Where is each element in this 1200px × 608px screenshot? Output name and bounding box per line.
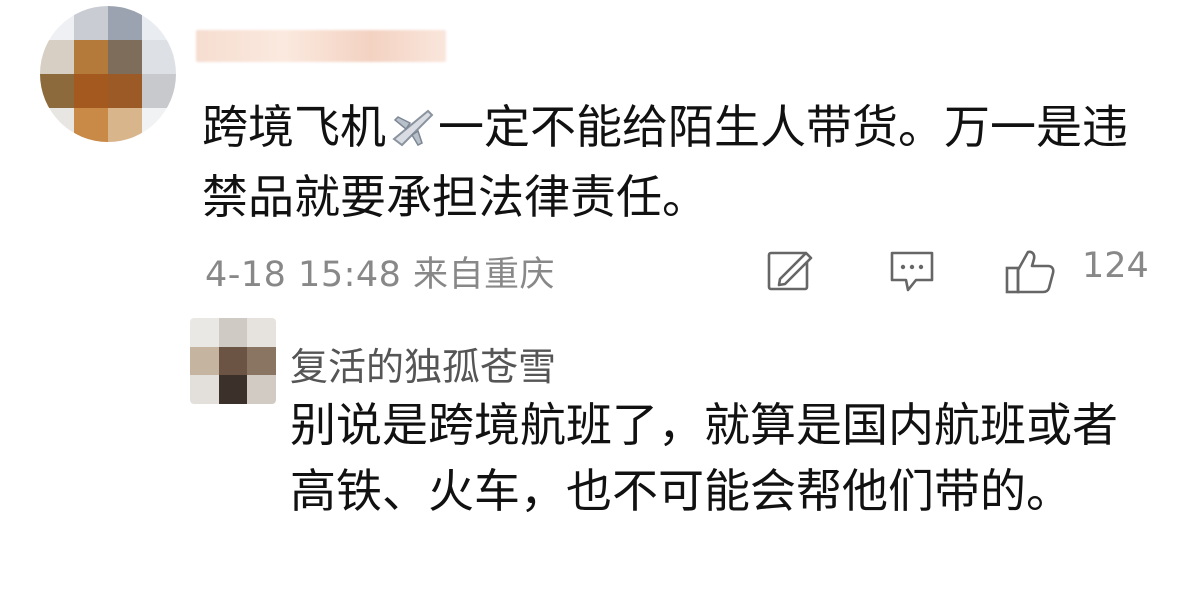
reply-username[interactable]: 复活的独孤苍雪 <box>290 336 556 391</box>
commenter-username-blurred[interactable] <box>196 30 446 62</box>
like-count: 124 <box>1082 246 1149 286</box>
reply-text: 别说是跨境航班了，就算是国内航班或者高铁、火车，也不可能会帮他们带的。 <box>290 398 1118 518</box>
comment-bubble-icon <box>890 251 934 292</box>
comment-timestamp-location: 4-18 15:48 来自重庆 <box>205 255 556 295</box>
reply-avatar[interactable] <box>190 318 276 404</box>
commenter-avatar[interactable] <box>40 6 176 142</box>
like-button[interactable] <box>1004 248 1058 296</box>
comment-button[interactable] <box>888 248 936 294</box>
comment-text-part1: 跨境飞机 <box>202 100 386 154</box>
comment-text: 跨境飞机 一定不能给陌生人带货。万一是违禁品就要承担法律责任。 <box>202 92 1162 232</box>
thumbs-up-icon <box>1005 250 1055 294</box>
repost-edit-icon <box>767 251 813 291</box>
airplane-icon <box>388 96 436 147</box>
repost-button[interactable] <box>766 248 814 292</box>
